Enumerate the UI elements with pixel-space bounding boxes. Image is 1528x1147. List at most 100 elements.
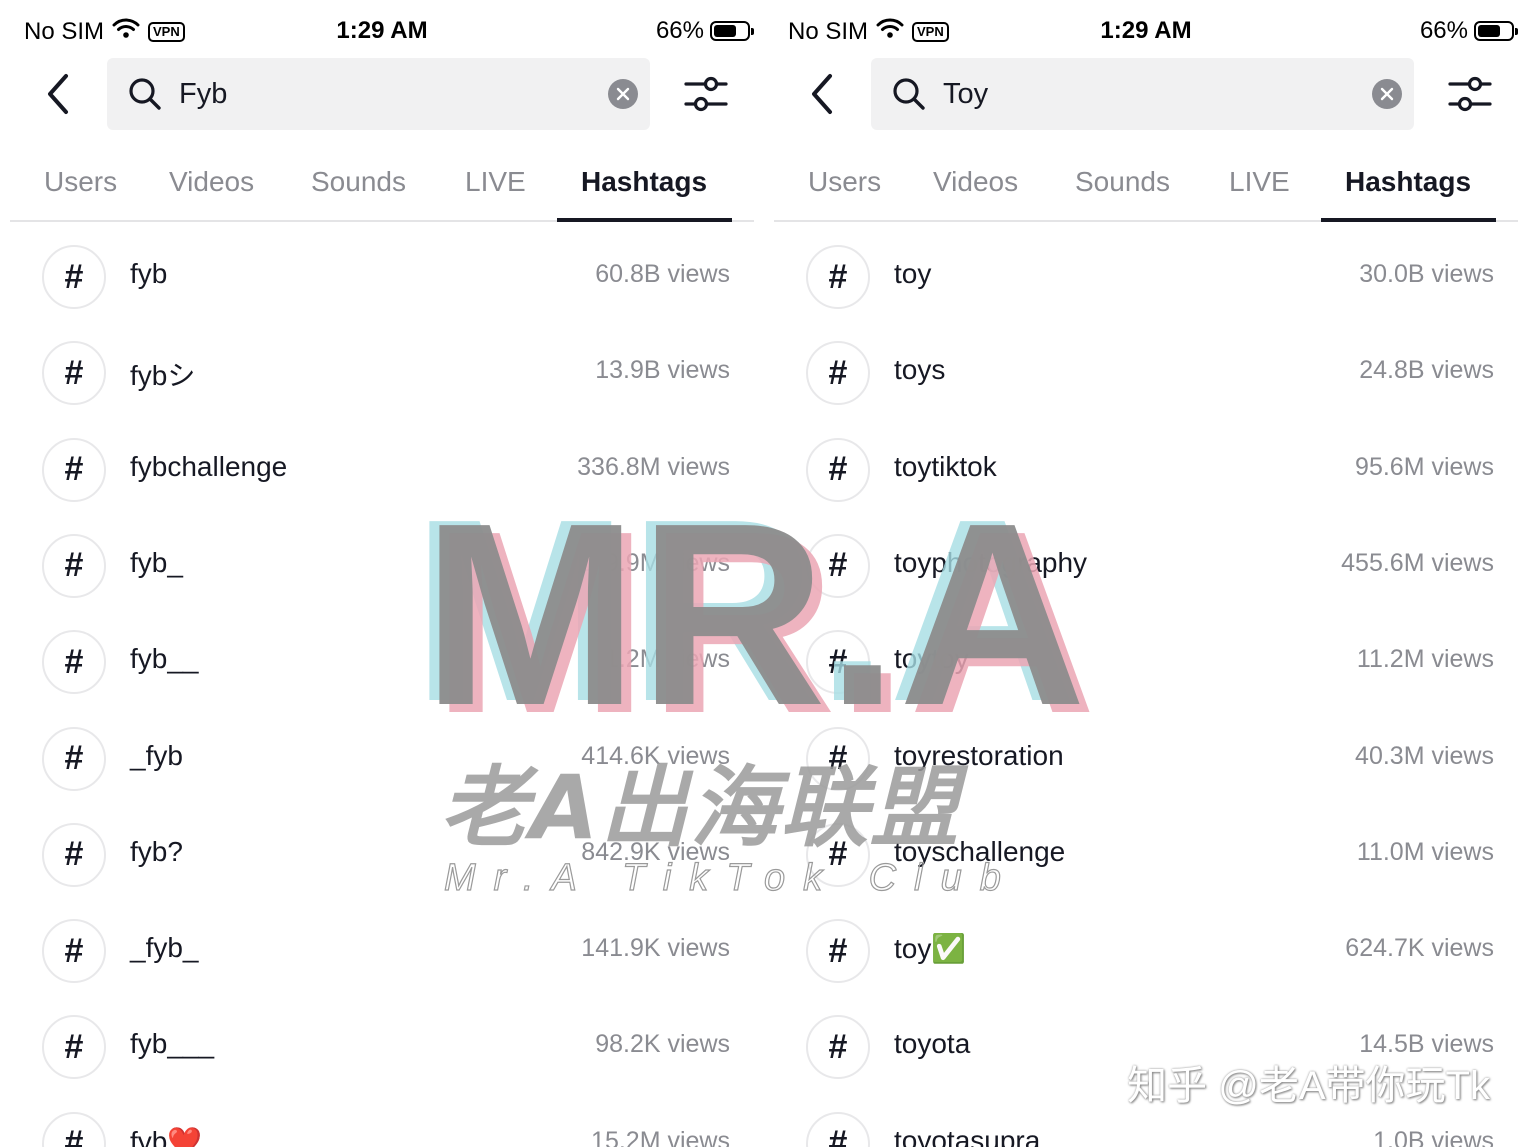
hashtag-name: toyphotography (894, 546, 1088, 578)
hashtag-views: 11.0M views (1356, 837, 1494, 866)
hashtag-row[interactable]: # toyrestoration 40.3M views (764, 712, 1528, 808)
battery-icon (1474, 21, 1518, 41)
search-panel-fyb: No SIM VPN 1:29 AM 66% Fyb Users Videos Sounds L… (0, 0, 764, 1147)
clear-icon[interactable] (608, 79, 638, 109)
hashtag-name: toytoy (894, 643, 969, 675)
hashtag-row[interactable]: # fyb 60.8B views (0, 230, 764, 326)
hashtag-views: 98.2K views (595, 1030, 730, 1059)
hashtag-row[interactable]: # toytiktok 95.6M views (764, 423, 1528, 519)
hashtag-views: 1.2M views (604, 645, 730, 674)
hashtag-name: toy✅ (894, 933, 967, 965)
hashtag-views: 624.7K views (1345, 934, 1494, 963)
filter-icon[interactable] (1446, 72, 1494, 116)
hashtag-views: 842.9K views (581, 837, 730, 866)
hashtag-icon: # (42, 919, 106, 984)
tab-sounds[interactable]: Sounds (1075, 166, 1170, 198)
hashtag-icon: # (42, 630, 106, 695)
hashtag-icon: # (806, 437, 870, 502)
tab-live[interactable]: LIVE (465, 166, 526, 198)
hashtag-name: fyb (130, 258, 168, 289)
hashtag-name: fybchallenge (130, 450, 288, 482)
battery-group: 66% (655, 17, 754, 45)
hashtag-row[interactable]: # fyb❤️ 15.2M views (0, 1097, 764, 1147)
search-input[interactable]: Toy (871, 58, 1414, 130)
hashtag-row[interactable]: # fyb___ 98.2K views (0, 1000, 764, 1096)
hashtag-views: 11.2M views (1356, 645, 1494, 674)
hashtag-icon: # (42, 726, 106, 791)
hashtag-icon: # (42, 533, 106, 598)
back-button[interactable] (38, 68, 78, 120)
hashtag-name: fyb❤️ (130, 1125, 203, 1147)
hashtag-row[interactable]: # fybchallenge 336.8M views (0, 423, 764, 519)
tab-users[interactable]: Users (808, 166, 881, 198)
battery-icon (710, 21, 754, 41)
tab-users[interactable]: Users (44, 166, 117, 198)
hashtag-name: fybシ (130, 360, 196, 392)
active-tab-indicator (1321, 218, 1496, 222)
hashtag-name: toyota (894, 1028, 971, 1060)
hashtag-name: toyotasupra (894, 1124, 1041, 1147)
status-bar: No SIM VPN 1:29 AM 66% (764, 0, 1528, 60)
tab-videos[interactable]: Videos (169, 166, 254, 198)
hashtag-row[interactable]: # toyphotography 455.6M views (764, 519, 1528, 615)
hashtag-icon: # (42, 245, 106, 309)
hashtag-views: 30.0B views (1359, 260, 1494, 288)
tab-hashtags[interactable]: Hashtags (581, 166, 707, 198)
hashtag-icon: # (806, 822, 870, 887)
search-icon (891, 76, 927, 112)
hashtag-views: 1.0B views (1373, 1126, 1494, 1147)
hashtag-name: fyb? (130, 835, 183, 867)
filter-icon[interactable] (682, 72, 730, 116)
hashtag-icon: # (42, 822, 106, 887)
hashtag-row[interactable]: # toyotasupra 1.0B views (764, 1097, 1528, 1147)
search-icon (127, 76, 163, 112)
hashtag-name: toys (894, 354, 946, 386)
search-tabs: Users Videos Sounds LIVE Hashtags (774, 150, 1518, 222)
search-input[interactable]: Fyb (107, 58, 650, 130)
back-button[interactable] (802, 68, 842, 120)
active-tab-indicator (557, 218, 732, 222)
hashtag-row[interactable]: # fybシ 13.9B views (0, 326, 764, 422)
hashtag-name: toytiktok (894, 450, 997, 482)
tab-sounds[interactable]: Sounds (311, 166, 406, 198)
tab-hashtags[interactable]: Hashtags (1345, 166, 1471, 198)
hashtag-name: fyb_ (130, 546, 183, 578)
hashtag-views: 455.6M views (1341, 548, 1494, 577)
hashtag-row[interactable]: # toy 30.0B views (764, 230, 1528, 326)
hashtag-views: 13.9B views (595, 356, 730, 385)
battery-percent: 66% (655, 17, 704, 44)
clear-icon[interactable] (1372, 79, 1402, 109)
hashtag-row[interactable]: # toy✅ 624.7K views (764, 904, 1528, 1000)
hashtag-views: 14.5B views (1359, 1030, 1494, 1059)
hashtag-icon: # (42, 1111, 106, 1147)
hashtag-views: 15.2M views (591, 1126, 730, 1147)
hashtag-views: 60.8B views (595, 260, 730, 288)
hashtag-row[interactable]: # toys 24.8B views (764, 326, 1528, 422)
hashtag-row[interactable]: # toyota 14.5B views (764, 1000, 1528, 1096)
status-bar: No SIM VPN 1:29 AM 66% (0, 0, 764, 60)
hashtag-views: 414.6K views (581, 741, 730, 770)
hashtag-icon: # (806, 245, 870, 309)
battery-group: 66% (1420, 17, 1518, 45)
search-panel-toy: No SIM VPN 1:29 AM 66% Toy Users Videos Sounds L… (764, 0, 1528, 1147)
search-query[interactable]: Toy (943, 78, 1372, 111)
hashtag-icon: # (42, 1015, 106, 1080)
hashtag-icon: # (42, 437, 106, 502)
hashtag-name: toyschallenge (894, 835, 1066, 867)
hashtag-row[interactable]: # fyb__ 1.2M views (0, 615, 764, 711)
hashtag-row[interactable]: # fyb? 842.9K views (0, 808, 764, 904)
status-time: 1:29 AM (1100, 17, 1192, 44)
tab-live[interactable]: LIVE (1229, 166, 1290, 198)
status-time: 1:29 AM (336, 17, 428, 44)
hashtag-row[interactable]: # fyb_ 179.9M views (0, 519, 764, 615)
hashtag-row[interactable]: # _fyb_ 141.9K views (0, 904, 764, 1000)
hashtag-row[interactable]: # toytoy 11.2M views (764, 615, 1528, 711)
hashtag-row[interactable]: # toyschallenge 11.0M views (764, 808, 1528, 904)
hashtag-icon: # (806, 533, 870, 598)
hashtag-icon: # (806, 630, 870, 695)
tab-videos[interactable]: Videos (933, 166, 1018, 198)
search-query[interactable]: Fyb (179, 78, 608, 111)
hashtag-row[interactable]: # _fyb 414.6K views (0, 712, 764, 808)
hashtag-views: 141.9K views (581, 934, 730, 963)
hashtag-name: toy (894, 258, 932, 289)
